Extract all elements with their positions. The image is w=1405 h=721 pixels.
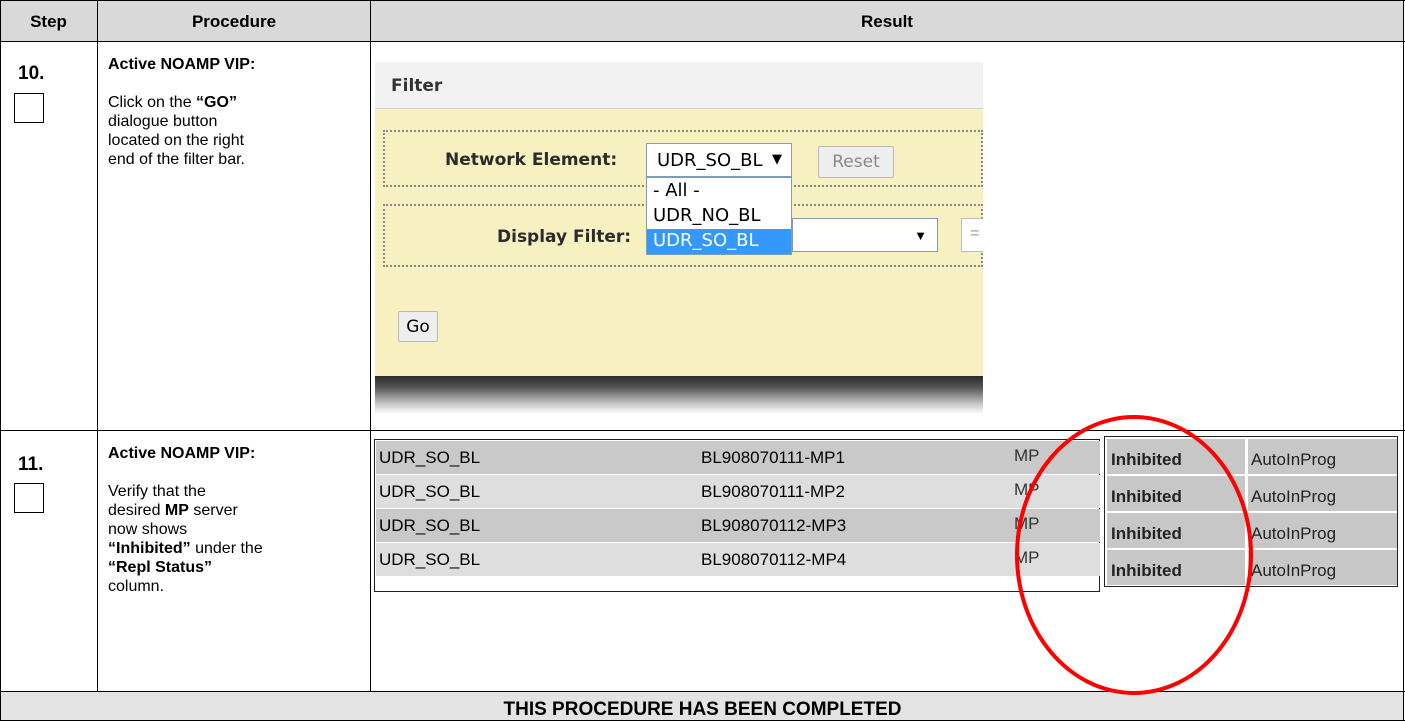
step-11-text-line: now shows xyxy=(108,521,188,538)
step-11-text-line: under the xyxy=(190,540,263,557)
step-10-text-line: dialogue button xyxy=(108,113,218,130)
step-10-checkbox[interactable] xyxy=(14,93,44,123)
table-row: UDR_SO_BL BL908070111-MP1 MP xyxy=(376,441,1100,474)
step-11-text-line: server xyxy=(188,502,238,519)
dropdown-option[interactable]: - All - xyxy=(647,179,791,204)
filter-panel-screenshot: Filter Network Element: UDR_SO_BL ▼ Rese… xyxy=(375,62,983,414)
server-name-cell: BL908070111-MP1 xyxy=(698,441,1008,474)
step-10-title: Active NOAMP VIP: xyxy=(108,56,256,73)
step-11-checkbox[interactable] xyxy=(14,483,44,513)
dropdown-option[interactable]: UDR_NO_BL xyxy=(647,204,791,229)
go-button[interactable]: Go xyxy=(398,311,438,342)
annotation-circle xyxy=(1015,415,1253,695)
step-11-text-line: column. xyxy=(108,578,165,595)
filter-shadow xyxy=(375,376,983,414)
step-11-inhibited-term: “Inhibited” xyxy=(108,540,191,557)
header-procedure: Procedure xyxy=(191,12,277,31)
completion-message: THIS PROCEDURE HAS BEEN COMPLETED xyxy=(503,699,902,720)
step-10-go-term: “GO” xyxy=(196,94,237,111)
ha-status-cell: AutoInProg xyxy=(1248,513,1397,548)
filter-title: Filter xyxy=(391,76,443,96)
procedure-table: Step Procedure Result 10. Active NOAMP V… xyxy=(0,0,1405,721)
step-11-text-line: desired xyxy=(108,502,165,519)
step-number-11: 11. xyxy=(18,454,44,475)
step-11-text-line: Verify that the xyxy=(108,483,206,500)
server-status-table: UDR_SO_BL BL908070111-MP1 MP UDR_SO_BL B… xyxy=(374,439,1100,592)
step-11-title: Active NOAMP VIP: xyxy=(108,445,256,462)
table-row: UDR_SO_BL BL908070112-MP3 MP xyxy=(376,509,1100,542)
step-11-procedure: Active NOAMP VIP: Verify that the desire… xyxy=(108,444,263,596)
display-filter-label: Display Filter: xyxy=(497,227,632,247)
server-name-cell: BL908070112-MP3 xyxy=(698,509,1008,542)
table-row: UDR_SO_BL BL908070112-MP4 MP xyxy=(376,543,1100,576)
step-number-10: 10. xyxy=(18,63,45,84)
network-element-value: UDR_SO_BL xyxy=(657,150,763,171)
step-10-text-line: located on the right xyxy=(108,132,245,149)
display-filter-select[interactable]: ▼ xyxy=(792,218,938,252)
server-name-cell: BL908070111-MP2 xyxy=(698,475,1008,508)
network-element-cell: UDR_SO_BL xyxy=(376,441,698,474)
ha-status-cell: AutoInProg xyxy=(1248,476,1397,511)
dropdown-arrow-icon: ▼ xyxy=(772,152,782,167)
ha-status-cell: AutoInProg xyxy=(1248,550,1397,585)
step-10-text-line: Click on the xyxy=(108,94,192,111)
network-element-select[interactable]: UDR_SO_BL ▼ xyxy=(646,143,792,177)
server-name-cell: BL908070112-MP4 xyxy=(698,543,1008,576)
filter-title-bar: Filter xyxy=(375,62,983,109)
table-row: UDR_SO_BL BL908070111-MP2 MP xyxy=(376,475,1100,508)
header-result: Result xyxy=(861,12,913,31)
reset-button[interactable]: Reset xyxy=(818,146,894,178)
header-step: Step xyxy=(30,12,67,31)
display-filter-operator[interactable]: = xyxy=(961,218,983,252)
network-element-label: Network Element: xyxy=(445,150,618,170)
ha-status-cell: AutoInProg xyxy=(1248,439,1397,474)
network-element-dropdown: - All - UDR_NO_BL UDR_SO_BL xyxy=(646,177,792,255)
network-element-cell: UDR_SO_BL xyxy=(376,543,698,576)
step-10-text-line: end of the filter bar. xyxy=(108,151,245,168)
network-element-cell: UDR_SO_BL xyxy=(376,475,698,508)
step-10-procedure: Active NOAMP VIP: Click on the “GO” dial… xyxy=(108,55,255,169)
dropdown-option-selected[interactable]: UDR_SO_BL xyxy=(647,229,791,254)
dropdown-arrow-icon: ▼ xyxy=(914,228,927,243)
network-element-cell: UDR_SO_BL xyxy=(376,509,698,542)
step-11-repl-status-term: “Repl Status” xyxy=(108,559,213,576)
step-11-mp-term: MP xyxy=(164,502,189,519)
